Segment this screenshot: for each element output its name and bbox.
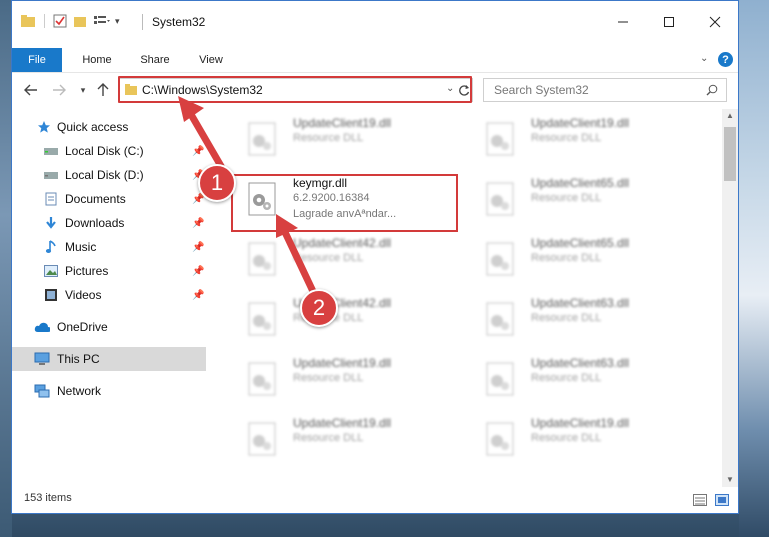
callout-badge-two: 2 xyxy=(300,289,338,327)
callout-badge-one: 1 xyxy=(198,164,236,202)
callout-arrows xyxy=(178,96,322,306)
